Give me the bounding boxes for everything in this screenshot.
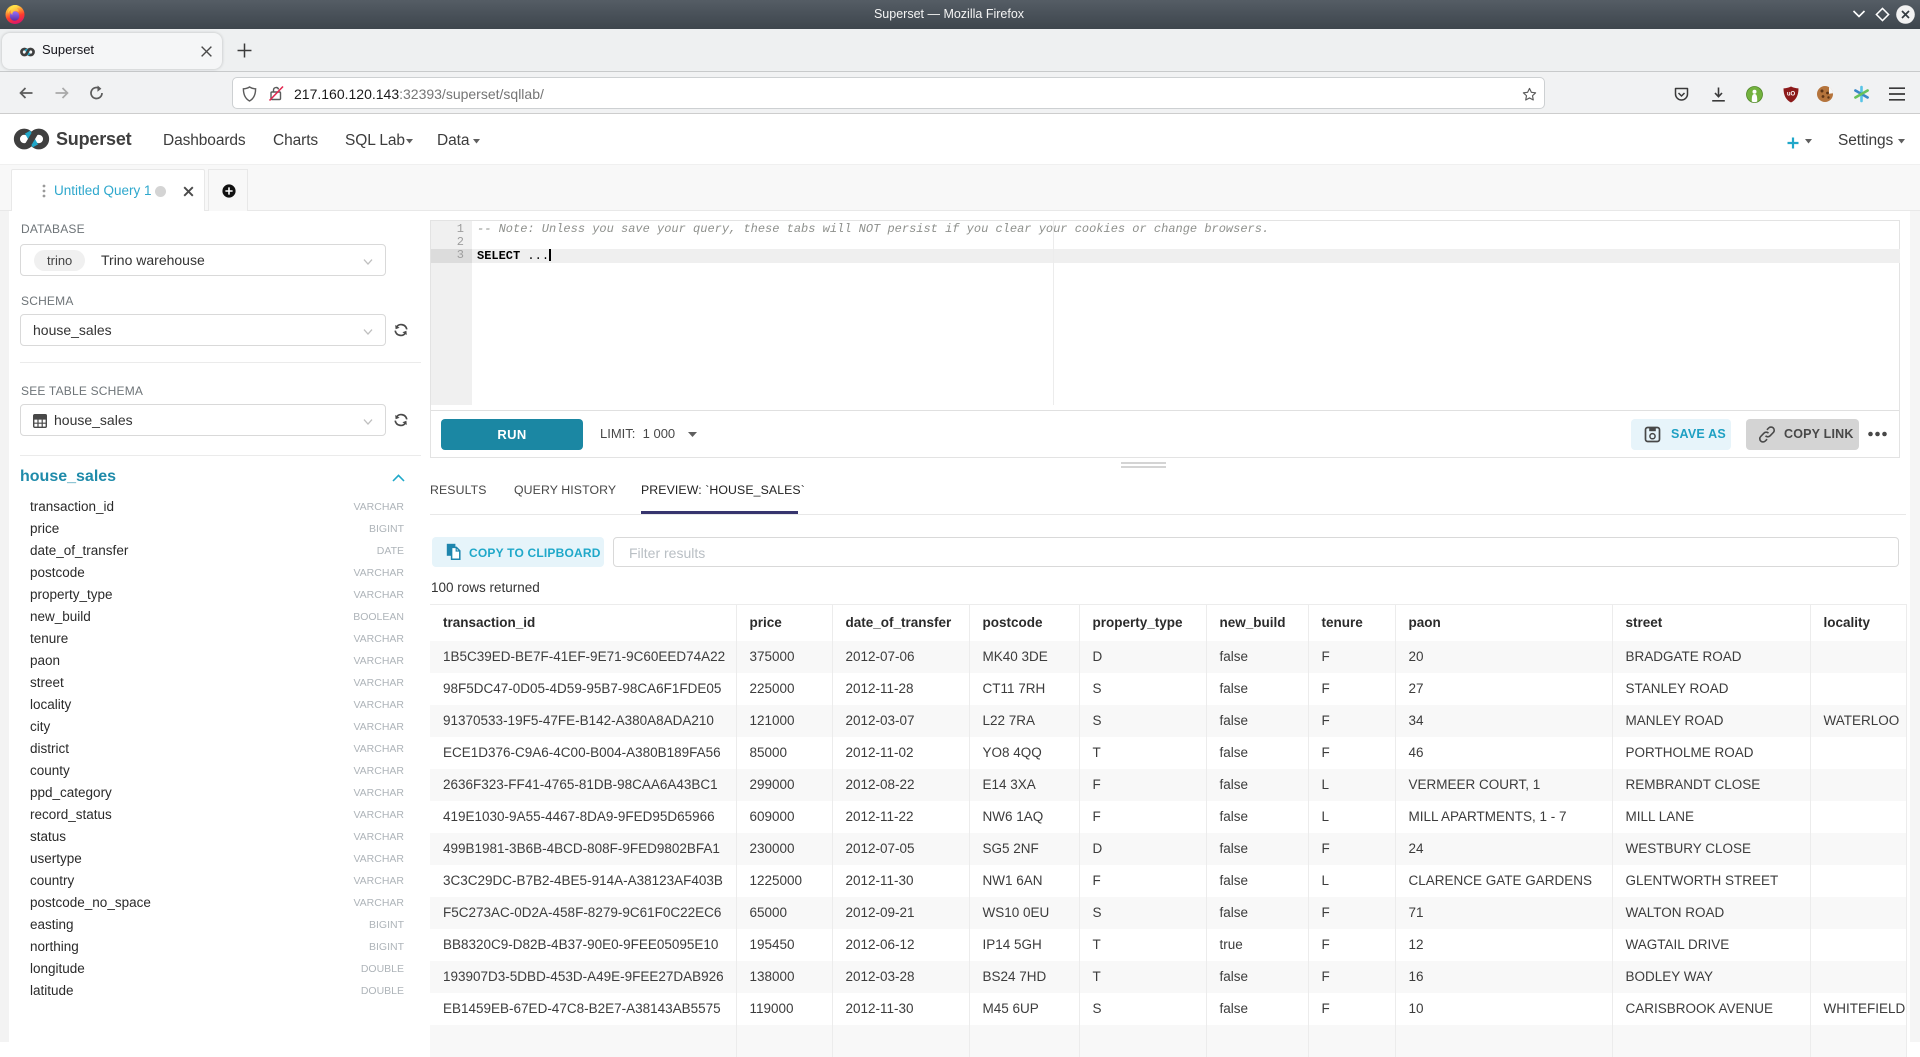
svg-text:uO: uO [1787,92,1796,98]
